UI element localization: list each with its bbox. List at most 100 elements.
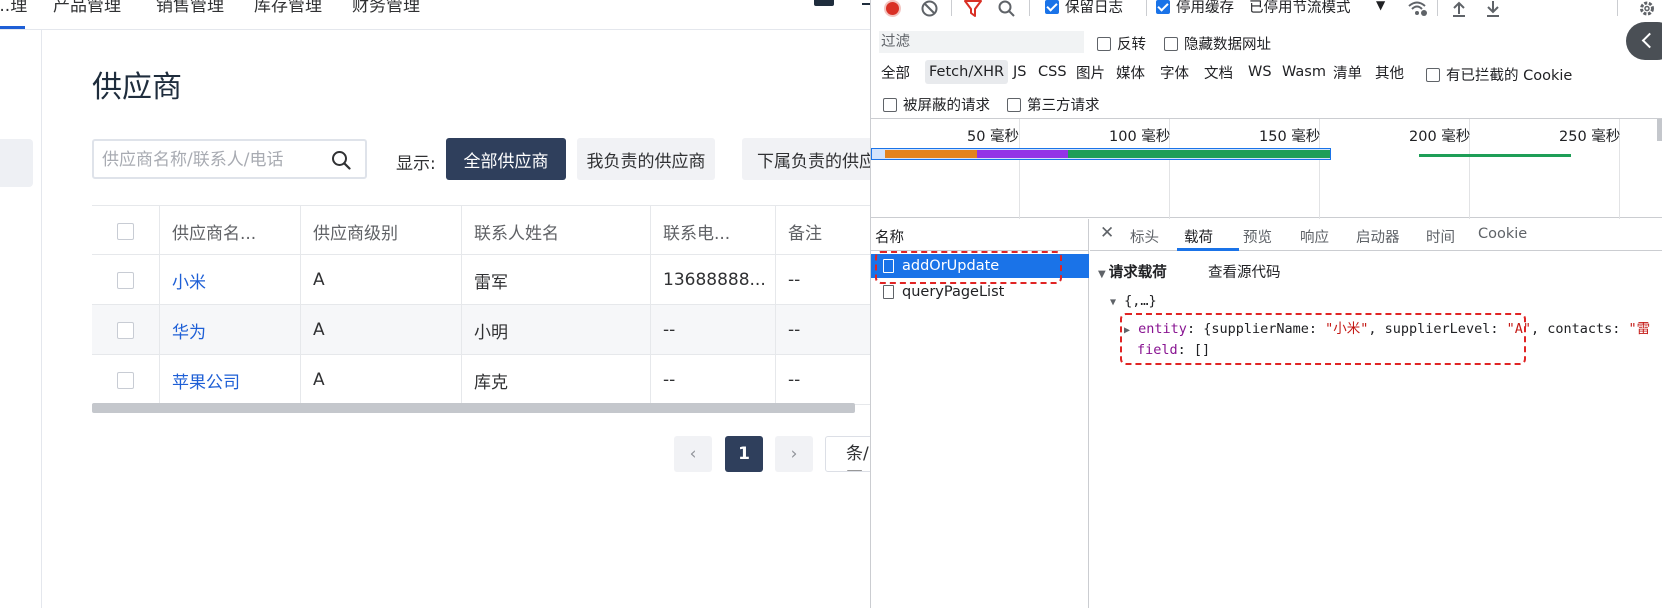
- upload-icon[interactable]: [1451, 0, 1467, 17]
- nav-item-finance[interactable]: 财务管理: [352, 0, 420, 16]
- filter-all-suppliers[interactable]: 全部供应商: [446, 138, 566, 180]
- pager-current-page[interactable]: 1: [725, 436, 763, 472]
- contacts-value: "雷: [1628, 321, 1651, 337]
- pager-next-button[interactable]: ›: [775, 436, 813, 472]
- page-size-select[interactable]: 15条/页: [825, 436, 870, 472]
- throttle-select[interactable]: 已停用节流模式: [1249, 0, 1351, 17]
- type-filter-wasm[interactable]: Wasm: [1282, 60, 1326, 84]
- tab-headers[interactable]: 标头: [1130, 226, 1159, 247]
- column-header-contact[interactable]: 联系人姓名: [462, 206, 651, 256]
- network-overview-timeline[interactable]: 50 毫秒 100 毫秒 150 毫秒 200 毫秒 250 毫秒: [871, 118, 1662, 219]
- blocked-cookies-label: 有已拦截的 Cookie: [1446, 68, 1573, 84]
- devtools-network-panel: 保留日志 停用缓存 已停用节流模式 ▼ 过滤 反转 隐藏数据网址 全部 Fetc…: [870, 0, 1662, 608]
- search-icon[interactable]: [331, 150, 351, 170]
- tab-initiator[interactable]: 启动器: [1356, 226, 1400, 247]
- type-filter-css[interactable]: CSS: [1038, 60, 1067, 84]
- sidebar-item-active[interactable]: [0, 139, 33, 187]
- network-filter-input[interactable]: [879, 31, 1084, 53]
- column-header-phone[interactable]: 联系电...: [651, 206, 776, 256]
- timeline-scroll-handle[interactable]: [1657, 119, 1662, 141]
- expand-triangle-icon: ▼: [1110, 297, 1117, 308]
- blocked-requests-checkbox[interactable]: [883, 97, 897, 112]
- type-filter-manifest[interactable]: 清单: [1333, 60, 1362, 84]
- column-header-remark[interactable]: 备注: [776, 206, 870, 256]
- nav-item-inventory[interactable]: 库存管理: [254, 0, 322, 16]
- type-filter-font[interactable]: 字体: [1160, 60, 1189, 84]
- type-filter-doc[interactable]: 文档: [1204, 60, 1233, 84]
- nav-item-products[interactable]: 产品管理: [53, 0, 121, 16]
- sidebar-divider: [41, 30, 42, 608]
- tab-payload[interactable]: 载荷: [1184, 226, 1213, 247]
- view-source-link[interactable]: 查看源代码: [1208, 261, 1281, 282]
- row-checkbox[interactable]: [117, 371, 134, 389]
- detail-tabs: ✕ 标头 载荷 预览 响应 启动器 时间 Cookie: [1090, 219, 1662, 251]
- nav-item-sales[interactable]: 销售管理: [156, 0, 224, 16]
- type-filter-fetch-xhr[interactable]: Fetch/XHR: [925, 60, 1009, 84]
- supplier-search[interactable]: [92, 139, 367, 179]
- page-title: 供应商: [92, 70, 182, 105]
- type-filter-all[interactable]: 全部: [881, 60, 910, 84]
- blocked-requests-toggle[interactable]: 被屏蔽的请求: [883, 94, 990, 115]
- network-toolbar: 保留日志 停用缓存 已停用节流模式 ▼: [871, 0, 1662, 18]
- type-filter-img[interactable]: 图片: [1076, 60, 1105, 84]
- supplier-level: A: [301, 355, 462, 405]
- chevron-down-icon[interactable]: ▼: [1376, 0, 1385, 12]
- nav-item-current[interactable]: ...理: [0, 0, 27, 16]
- table-row[interactable]: 华为 A 小明 -- --: [92, 305, 870, 355]
- blocked-cookies-toggle[interactable]: 有已拦截的 Cookie: [1426, 64, 1572, 85]
- hide-data-urls-label: 隐藏数据网址: [1184, 37, 1271, 53]
- record-icon[interactable]: [884, 0, 901, 17]
- filter-subordinate-suppliers[interactable]: 下属负责的供应商: [742, 138, 870, 180]
- hide-data-urls-checkbox[interactable]: [1164, 36, 1178, 51]
- menu-icon[interactable]: [862, 3, 870, 5]
- timeline-label: 50 毫秒: [967, 129, 1020, 145]
- blocked-cookies-checkbox[interactable]: [1426, 67, 1440, 82]
- disable-cache-toggle[interactable]: 停用缓存: [1156, 0, 1234, 17]
- search-input[interactable]: [102, 149, 322, 171]
- column-header-level[interactable]: 供应商级别: [301, 206, 462, 256]
- row-checkbox[interactable]: [117, 321, 134, 339]
- download-icon[interactable]: [1485, 0, 1501, 17]
- type-filter-other[interactable]: 其他: [1375, 60, 1404, 84]
- gear-icon[interactable]: [1638, 0, 1656, 17]
- invert-toggle[interactable]: 反转: [1097, 33, 1146, 54]
- invert-checkbox[interactable]: [1097, 36, 1111, 51]
- tab-cookies[interactable]: Cookie: [1478, 226, 1527, 242]
- user-avatar-icon[interactable]: [814, 0, 834, 6]
- supplier-name-link[interactable]: 小米: [160, 255, 301, 305]
- search-icon[interactable]: [998, 0, 1015, 17]
- row-checkbox[interactable]: [117, 271, 134, 289]
- type-filter-media[interactable]: 媒体: [1116, 60, 1145, 84]
- request-payload-section[interactable]: ▼ 请求载荷: [1098, 261, 1167, 282]
- preserve-log-label: 保留日志: [1065, 0, 1123, 16]
- third-party-toggle[interactable]: 第三方请求: [1007, 94, 1100, 115]
- hide-data-urls-toggle[interactable]: 隐藏数据网址: [1164, 33, 1271, 54]
- table-horizontal-scrollbar[interactable]: [92, 403, 855, 413]
- preserve-log-toggle[interactable]: 保留日志: [1045, 0, 1123, 17]
- collapse-panel-button[interactable]: [1626, 22, 1662, 60]
- type-filter-ws[interactable]: WS: [1248, 60, 1272, 84]
- type-filter-js[interactable]: JS: [1013, 60, 1026, 84]
- pager-prev-button[interactable]: ‹: [674, 436, 712, 472]
- tab-preview[interactable]: 预览: [1243, 226, 1272, 247]
- preserve-log-checkbox[interactable]: [1045, 0, 1059, 14]
- close-icon[interactable]: ✕: [1100, 223, 1114, 243]
- select-all-checkbox[interactable]: [117, 222, 134, 240]
- supplier-name-link[interactable]: 苹果公司: [160, 355, 301, 405]
- network-conditions-icon[interactable]: [1407, 0, 1427, 17]
- table-row[interactable]: 小米 A 雷军 13688888... --: [92, 255, 870, 305]
- contact-phone: --: [651, 355, 776, 405]
- supplier-name-link[interactable]: 华为: [160, 305, 301, 355]
- column-header-name[interactable]: 供应商名...: [160, 206, 301, 256]
- name-column-header[interactable]: 名称: [871, 219, 1089, 251]
- disable-cache-checkbox[interactable]: [1156, 0, 1170, 14]
- filter-icon[interactable]: [964, 0, 982, 17]
- table-header: 供应商名... 供应商级别 联系人姓名 联系电... 备注: [92, 205, 870, 256]
- clear-icon[interactable]: [921, 0, 938, 17]
- tab-response[interactable]: 响应: [1300, 226, 1329, 247]
- filter-my-suppliers[interactable]: 我负责的供应商: [577, 138, 715, 180]
- payload-root[interactable]: ▼ {,…}: [1110, 293, 1157, 309]
- tab-timing[interactable]: 时间: [1426, 226, 1455, 247]
- table-row[interactable]: 苹果公司 A 库克 -- --: [92, 355, 870, 405]
- third-party-checkbox[interactable]: [1007, 97, 1021, 112]
